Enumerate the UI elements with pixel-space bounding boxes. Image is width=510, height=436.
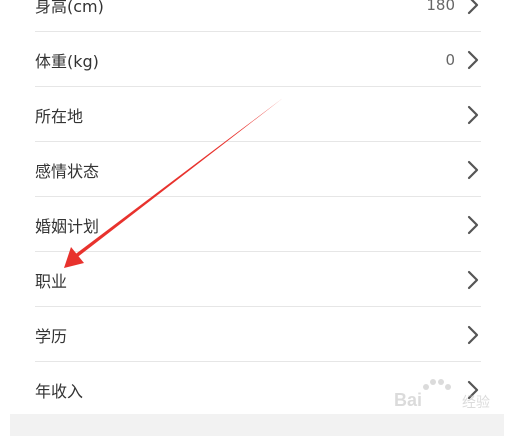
row-label: 学历: [35, 326, 68, 346]
chevron-right-icon: [467, 270, 479, 289]
row-label: 身高(cm): [35, 0, 104, 16]
list-row-occupation[interactable]: 职业: [35, 252, 481, 307]
row-label: 所在地: [35, 106, 84, 126]
list-row-weight[interactable]: 体重(kg) 0: [35, 32, 481, 87]
profile-settings-page: 身高(cm) 180 体重(kg) 0 所在地 感情状态 婚姻计划 职业 学历 …: [0, 0, 510, 436]
row-label: 职业: [35, 271, 68, 291]
row-label: 婚姻计划: [35, 216, 100, 236]
bottom-section-band: [10, 414, 504, 436]
list-row-height[interactable]: 身高(cm) 180: [35, 0, 481, 32]
chevron-right-icon: [467, 160, 479, 179]
list-row-marriage-plan[interactable]: 婚姻计划: [35, 197, 481, 252]
chevron-right-icon: [467, 105, 479, 124]
chevron-right-icon: [467, 380, 479, 399]
row-label: 体重(kg): [35, 51, 99, 71]
list-row-location[interactable]: 所在地: [35, 87, 481, 142]
chevron-right-icon: [467, 0, 479, 14]
list-row-education[interactable]: 学历: [35, 307, 481, 362]
chevron-right-icon: [467, 215, 479, 234]
list-row-annual-income[interactable]: 年收入: [35, 362, 481, 417]
chevron-right-icon: [467, 325, 479, 344]
row-value: 0: [445, 50, 455, 69]
row-label: 感情状态: [35, 161, 100, 181]
list-row-relationship-status[interactable]: 感情状态: [35, 142, 481, 197]
chevron-right-icon: [467, 50, 479, 69]
row-value: 180: [426, 0, 455, 14]
row-label: 年收入: [35, 381, 84, 401]
